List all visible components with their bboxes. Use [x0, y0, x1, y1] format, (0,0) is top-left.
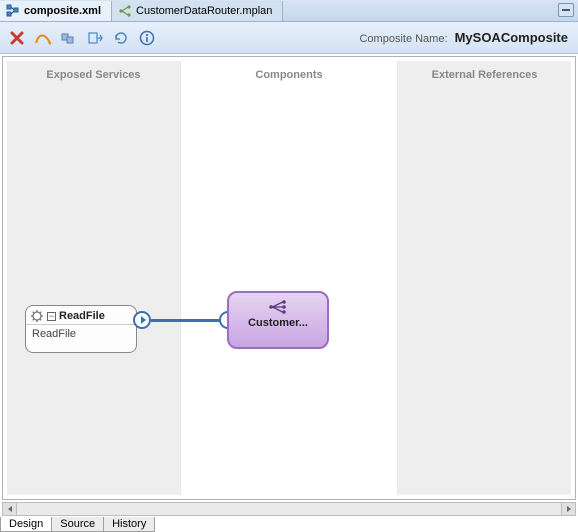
collapse-toggle[interactable]: −	[47, 312, 56, 321]
readfile-subtitle: ReadFile	[26, 325, 136, 343]
export-button[interactable]	[86, 29, 104, 47]
composite-name-value: MySOAComposite	[455, 30, 568, 45]
scroll-left-button[interactable]	[3, 503, 17, 515]
lane-components-label: Components	[181, 61, 397, 81]
view-tab-source[interactable]: Source	[51, 517, 104, 532]
composite-canvas[interactable]: Exposed Services Components External Ref…	[2, 56, 576, 500]
swimlanes: Exposed Services Components External Ref…	[7, 61, 571, 495]
lane-external-label: External References	[398, 61, 571, 81]
customer-node-title: Customer...	[248, 317, 308, 329]
component-node-customer[interactable]: Customer...	[227, 291, 329, 349]
tab-mplan[interactable]: CustomerDataRouter.mplan	[112, 1, 283, 21]
mplan-file-icon	[118, 4, 132, 18]
composite-file-icon	[6, 4, 20, 18]
readfile-title: ReadFile	[59, 310, 105, 322]
delete-button[interactable]	[8, 29, 26, 47]
service-node-readfile[interactable]: − ReadFile ReadFile	[25, 305, 137, 353]
refresh-button[interactable]	[112, 29, 130, 47]
scroll-track[interactable]	[17, 503, 561, 515]
view-tab-design[interactable]: Design	[0, 517, 52, 532]
editor-view-tabs: Design Source History	[0, 516, 154, 532]
scroll-right-button[interactable]	[561, 503, 575, 515]
copy-button[interactable]	[60, 29, 78, 47]
readfile-output-port[interactable]	[133, 311, 151, 329]
composite-toolbar: Composite Name: MySOAComposite	[0, 22, 578, 54]
wire-readfile-to-customer[interactable]	[151, 319, 221, 322]
lane-components[interactable]: Components	[181, 61, 398, 495]
tab-composite-label: composite.xml	[24, 5, 101, 17]
editor-tab-bar: composite.xml CustomerDataRouter.mplan	[0, 0, 578, 22]
composite-name-section: Composite Name: MySOAComposite	[359, 30, 568, 45]
wire-button[interactable]	[34, 29, 52, 47]
lane-exposed-label: Exposed Services	[7, 61, 180, 81]
gear-icon	[30, 309, 44, 323]
mediator-icon	[267, 299, 289, 315]
tab-composite[interactable]: composite.xml	[0, 1, 112, 21]
lane-external-references[interactable]: External References	[398, 61, 571, 495]
minimize-editor-button[interactable]	[558, 3, 574, 17]
tab-mplan-label: CustomerDataRouter.mplan	[136, 5, 272, 17]
view-tab-history[interactable]: History	[103, 517, 155, 532]
info-button[interactable]	[138, 29, 156, 47]
horizontal-scrollbar[interactable]	[2, 502, 576, 516]
composite-name-label: Composite Name:	[359, 33, 447, 45]
lane-exposed-services[interactable]: Exposed Services	[7, 61, 181, 495]
